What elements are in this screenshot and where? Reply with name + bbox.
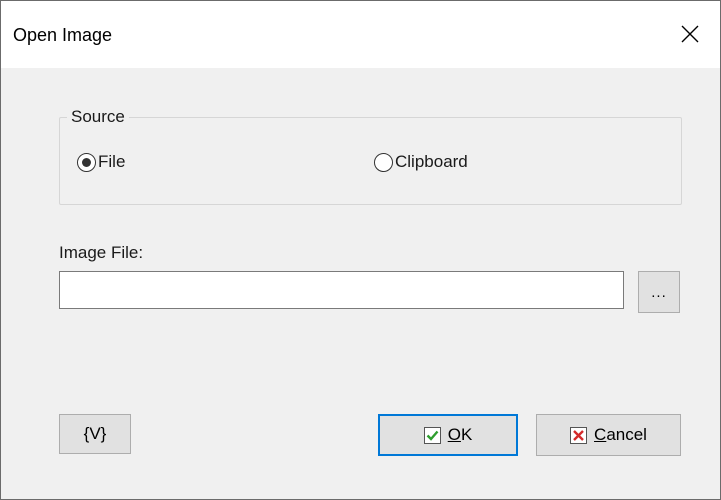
radio-clipboard-label[interactable]: Clipboard	[395, 152, 468, 172]
close-button[interactable]	[660, 11, 720, 57]
source-groupbox	[59, 117, 682, 205]
checkmark-icon	[423, 426, 441, 444]
radio-clipboard-indicator[interactable]	[374, 152, 393, 172]
ok-label: OK	[447, 425, 473, 444]
variables-button[interactable]: {V}	[59, 414, 131, 454]
close-icon	[681, 25, 699, 43]
cancel-button[interactable]: Cancel	[536, 414, 681, 456]
radio-file-label[interactable]: File	[98, 152, 125, 172]
ok-button[interactable]: OK	[378, 414, 518, 456]
window-title: Open Image	[13, 25, 113, 45]
radio-file-indicator[interactable]	[77, 152, 96, 172]
browse-button[interactable]: ...	[638, 271, 680, 313]
source-group-legend: Source	[67, 107, 129, 127]
image-file-input[interactable]	[59, 271, 624, 309]
open-image-dialog: Open Image Source File Clipboard Image F…	[0, 0, 721, 500]
radio-file[interactable]: File	[77, 152, 125, 172]
radio-clipboard[interactable]: Clipboard	[374, 152, 468, 172]
image-file-label: Image File:	[59, 243, 144, 262]
cancel-label: Cancel	[594, 425, 647, 444]
title-bar: Open Image	[1, 1, 720, 68]
x-icon	[570, 426, 588, 444]
